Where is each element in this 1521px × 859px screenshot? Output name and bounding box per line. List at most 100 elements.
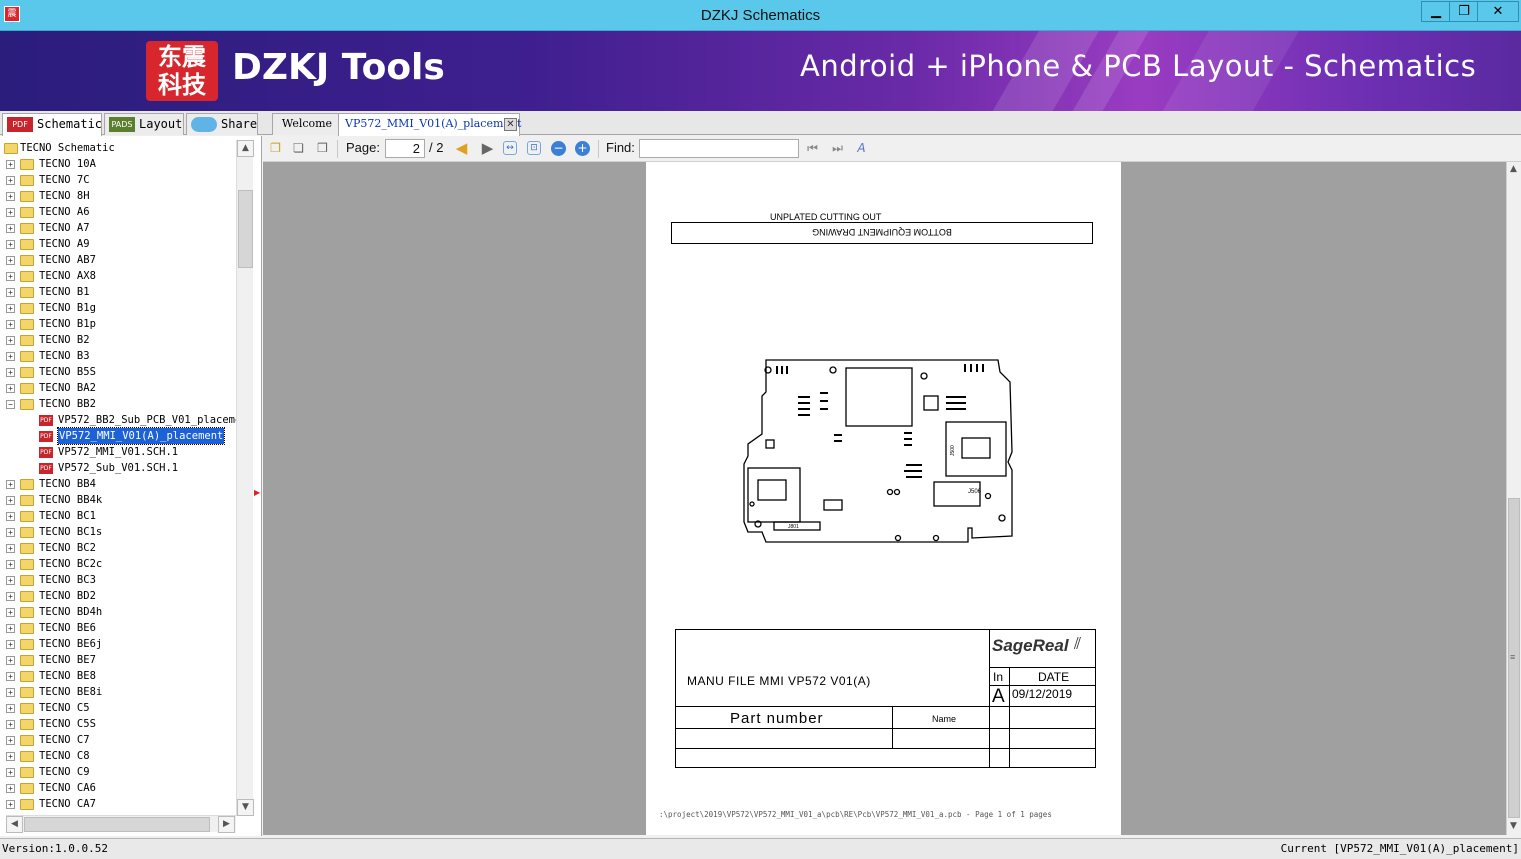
tree-folder[interactable]: + TECNO AX8: [0, 268, 236, 284]
expand-icon[interactable]: +: [6, 480, 15, 489]
tree-folder[interactable]: + TECNO BE6: [0, 620, 236, 636]
expand-icon[interactable]: +: [6, 304, 15, 313]
tree-folder[interactable]: + TECNO BB4: [0, 476, 236, 492]
single-page-icon[interactable]: ❏: [290, 140, 307, 157]
expand-icon[interactable]: +: [6, 336, 15, 345]
maximize-button[interactable]: ❐: [1449, 1, 1479, 22]
tree-folder[interactable]: + TECNO BE8: [0, 668, 236, 684]
zoom-out-icon[interactable]: −: [551, 141, 566, 156]
expand-icon[interactable]: +: [6, 592, 15, 601]
tree-file[interactable]: PDF VP572_MMI_V01.SCH.1: [0, 444, 236, 460]
tree-folder[interactable]: + TECNO 8H: [0, 188, 236, 204]
tree-folder[interactable]: + TECNO BE7: [0, 652, 236, 668]
expand-icon[interactable]: +: [6, 608, 15, 617]
tree-folder[interactable]: + TECNO BC1: [0, 508, 236, 524]
scroll-thumb[interactable]: [238, 190, 253, 268]
next-page-icon[interactable]: ▶: [479, 140, 496, 157]
expand-icon[interactable]: +: [6, 544, 15, 553]
find-input[interactable]: [639, 139, 799, 158]
tab-welcome[interactable]: Welcome: [272, 113, 342, 135]
page-number-input[interactable]: 2: [385, 139, 425, 158]
tree-file[interactable]: PDF VP572_MMI_V01(A)_placement: [0, 427, 236, 445]
tree-file[interactable]: PDF VP572_BB2_Sub_PCB_V01_placement: [0, 412, 236, 428]
tab-schematic[interactable]: PDF Schematic: [2, 113, 102, 136]
expand-icon[interactable]: +: [6, 288, 15, 297]
expand-icon[interactable]: +: [6, 496, 15, 505]
scroll-right-icon[interactable]: ▶: [218, 816, 235, 833]
two-page-icon[interactable]: ❒: [314, 140, 331, 157]
tree-root[interactable]: TECNO Schematic: [0, 140, 236, 156]
previous-page-icon[interactable]: ◀: [453, 140, 470, 157]
expand-icon[interactable]: +: [6, 784, 15, 793]
expand-icon[interactable]: +: [6, 352, 15, 361]
tree-folder[interactable]: + TECNO A6: [0, 204, 236, 220]
expand-icon[interactable]: +: [6, 176, 15, 185]
tree-folder[interactable]: + TECNO B3: [0, 348, 236, 364]
tree-folder[interactable]: + TECNO C9: [0, 764, 236, 780]
close-tab-icon[interactable]: ✕: [504, 118, 517, 131]
tree-folder[interactable]: + TECNO 7C: [0, 172, 236, 188]
tab-share[interactable]: Share: [186, 113, 258, 135]
tree-folder[interactable]: + TECNO C5S: [0, 716, 236, 732]
tree-folder[interactable]: + TECNO BD2: [0, 588, 236, 604]
tree-folder[interactable]: + TECNO C7: [0, 732, 236, 748]
expand-icon[interactable]: +: [6, 240, 15, 249]
expand-icon[interactable]: +: [6, 656, 15, 665]
tree-folder[interactable]: + TECNO AB7: [0, 252, 236, 268]
tree-folder[interactable]: + TECNO A9: [0, 236, 236, 252]
expand-icon[interactable]: +: [6, 560, 15, 569]
tree-folder[interactable]: + TECNO B1: [0, 284, 236, 300]
tree-folder[interactable]: + TECNO C5: [0, 700, 236, 716]
tree-folder[interactable]: + TECNO BA2: [0, 380, 236, 396]
tree-folder[interactable]: + TECNO BD4h: [0, 604, 236, 620]
expand-icon[interactable]: +: [6, 736, 15, 745]
tree-folder[interactable]: + TECNO BC1s: [0, 524, 236, 540]
expand-icon[interactable]: +: [6, 624, 15, 633]
tree-folder[interactable]: + TECNO BC2c: [0, 556, 236, 572]
match-case-icon[interactable]: A: [853, 140, 870, 157]
tree-folder[interactable]: − TECNO BB2: [0, 396, 236, 412]
tree-file[interactable]: PDF VP572_Sub_V01.SCH.1: [0, 460, 236, 476]
tab-layout[interactable]: PADS Layout: [104, 113, 184, 135]
tree-folder[interactable]: + TECNO BC3: [0, 572, 236, 588]
expand-icon[interactable]: +: [6, 384, 15, 393]
expand-icon[interactable]: +: [6, 768, 15, 777]
minimize-button[interactable]: ▁: [1421, 1, 1451, 22]
fit-width-icon[interactable]: ↔: [503, 141, 517, 155]
find-previous-icon[interactable]: ⏮: [804, 140, 821, 157]
scroll-up-icon[interactable]: ▲: [237, 140, 254, 157]
document-viewer[interactable]: UNPLATED CUTTING OUT BOTTOM EQUIPMENT DR…: [263, 162, 1506, 835]
expand-icon[interactable]: +: [6, 672, 15, 681]
expand-icon[interactable]: +: [6, 512, 15, 521]
scroll-down-icon[interactable]: ▼: [237, 799, 254, 816]
tree-folder[interactable]: + TECNO B2: [0, 332, 236, 348]
tree-folder[interactable]: + TECNO BB4k: [0, 492, 236, 508]
expand-icon[interactable]: +: [6, 320, 15, 329]
tree-folder[interactable]: + TECNO BE8i: [0, 684, 236, 700]
expand-icon[interactable]: +: [6, 704, 15, 713]
expand-icon[interactable]: +: [6, 224, 15, 233]
expand-icon[interactable]: +: [6, 800, 15, 809]
fit-page-icon[interactable]: ⊡: [527, 141, 541, 155]
expand-icon[interactable]: +: [6, 272, 15, 281]
expand-icon[interactable]: +: [6, 528, 15, 537]
close-button[interactable]: ✕: [1477, 1, 1519, 22]
tab-vp572-placement[interactable]: VP572_MMI_V01(A)_placement ✕: [338, 113, 521, 136]
tree-folder[interactable]: + TECNO B5S: [0, 364, 236, 380]
collapse-icon[interactable]: −: [6, 400, 15, 409]
find-next-icon[interactable]: ⏭: [829, 140, 846, 157]
collapse-panel-icon[interactable]: ▶: [254, 488, 260, 498]
expand-icon[interactable]: +: [6, 720, 15, 729]
expand-icon[interactable]: +: [6, 752, 15, 761]
tree-folder[interactable]: + TECNO BC2: [0, 540, 236, 556]
viewer-vertical-scrollbar[interactable]: ▲ ≡ ▼: [1506, 162, 1521, 835]
open-file-icon[interactable]: ❐: [267, 140, 284, 157]
tree-folder[interactable]: + TECNO A7: [0, 220, 236, 236]
expand-icon[interactable]: +: [6, 208, 15, 217]
tree-folder[interactable]: + TECNO BE6j: [0, 636, 236, 652]
tree-folder[interactable]: + TECNO CA7: [0, 796, 236, 812]
viewer-scroll-down-icon[interactable]: ▼: [1506, 819, 1521, 836]
tree-folder[interactable]: + TECNO B1g: [0, 300, 236, 316]
expand-icon[interactable]: +: [6, 160, 15, 169]
expand-icon[interactable]: +: [6, 192, 15, 201]
